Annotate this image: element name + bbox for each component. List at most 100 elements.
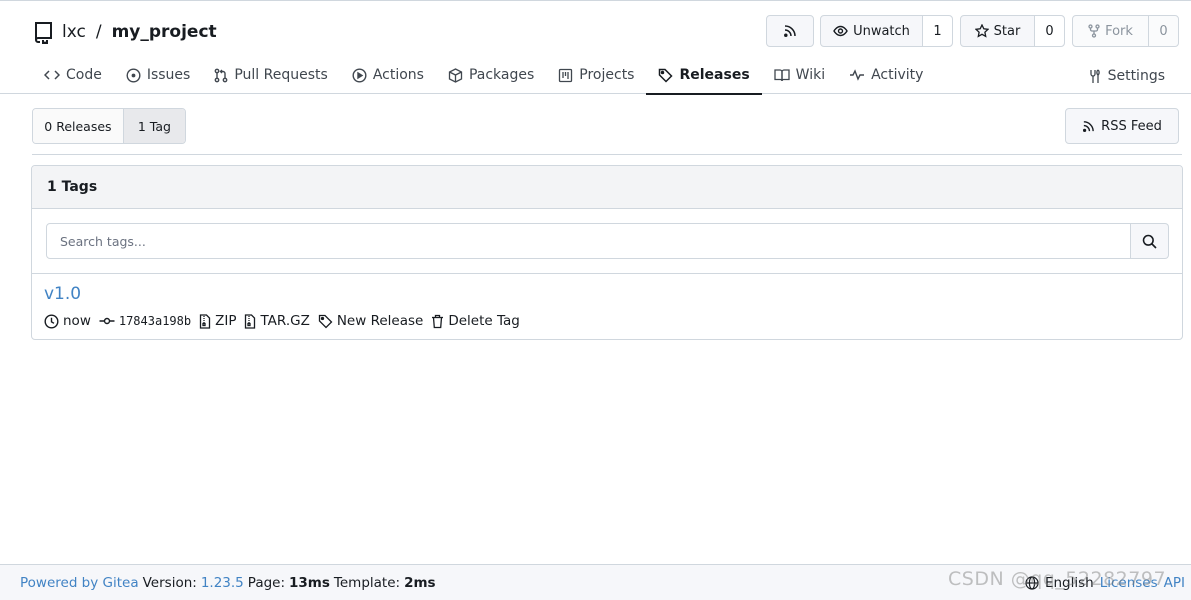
repo-separator: / xyxy=(95,22,102,42)
new-release-link[interactable]: New Release xyxy=(318,313,423,329)
tag-list-item: v1.0 now 17843a198b ZIP TAR.GZ New Relea… xyxy=(32,273,1182,339)
repo-title: lxc / my_project xyxy=(32,18,217,46)
page-time: 13ms xyxy=(289,574,330,591)
settings-label: Settings xyxy=(1107,68,1165,84)
tag-icon xyxy=(318,314,333,329)
star-button[interactable]: Star 0 xyxy=(960,15,1065,47)
tab-releases[interactable]: Releases xyxy=(646,57,762,95)
targz-label: TAR.GZ xyxy=(260,313,310,329)
issue-icon xyxy=(126,67,141,83)
divider xyxy=(32,154,1182,155)
trash-icon xyxy=(431,314,444,329)
unwatch-button[interactable]: Unwatch 1 xyxy=(820,15,953,47)
tag-time-text: now xyxy=(63,313,91,329)
tag-search-button[interactable] xyxy=(1131,223,1169,259)
licenses-link[interactable]: Licenses xyxy=(1100,575,1158,591)
tags-switch-button[interactable]: 1 Tag xyxy=(123,109,185,143)
version-label: Version: xyxy=(142,574,197,591)
powered-by-link[interactable]: Powered by Gitea xyxy=(20,575,139,591)
zip-label: ZIP xyxy=(215,313,237,329)
release-tag-switch: 0 Releases 1 Tag xyxy=(32,108,186,144)
fork-label: Fork xyxy=(1105,23,1133,39)
code-icon xyxy=(44,69,60,81)
pulse-icon xyxy=(849,69,865,81)
tab-label: Pull Requests xyxy=(234,67,328,83)
fork-button[interactable]: Fork 0 xyxy=(1072,15,1179,47)
tab-label: Packages xyxy=(468,67,535,83)
rss-feed-button[interactable]: RSS Feed xyxy=(1065,108,1179,144)
pull-request-icon xyxy=(214,68,228,83)
file-zip-icon xyxy=(244,313,256,329)
repo-rss-button[interactable] xyxy=(766,15,814,47)
repo-tabs: Code Issues Pull Requests Actions Packag… xyxy=(32,57,935,95)
tab-wiki[interactable]: Wiki xyxy=(762,57,837,95)
tab-label: Code xyxy=(66,67,102,83)
fork-count[interactable]: 0 xyxy=(1148,16,1178,46)
repo-name-link[interactable]: my_project xyxy=(112,22,217,42)
tab-issues[interactable]: Issues xyxy=(114,57,203,95)
rss-icon xyxy=(783,24,797,38)
footer: Powered by Gitea Version: 1.23.5 Page: 1… xyxy=(0,564,1191,600)
tab-packages[interactable]: Packages xyxy=(436,57,546,95)
clock-icon xyxy=(44,313,59,329)
tab-activity[interactable]: Activity xyxy=(837,57,935,95)
template-time: 2ms xyxy=(404,574,436,591)
releases-switch-button[interactable]: 0 Releases xyxy=(33,109,124,143)
api-link[interactable]: API xyxy=(1164,575,1185,591)
language-menu[interactable]: English xyxy=(1045,575,1094,591)
targz-download-link[interactable]: TAR.GZ xyxy=(244,313,310,329)
tag-meta: now 17843a198b ZIP TAR.GZ New Release De… xyxy=(44,312,524,330)
search-icon xyxy=(1142,234,1157,249)
repo-header: lxc / my_project Unwatch 1 Star 0 Fork 0… xyxy=(0,0,1191,95)
tag-search-input[interactable] xyxy=(46,223,1131,259)
rss-icon xyxy=(1082,120,1095,133)
globe-icon xyxy=(1025,576,1039,590)
tab-settings[interactable]: Settings xyxy=(1076,57,1177,95)
tag-time: now xyxy=(44,313,91,329)
eye-icon xyxy=(833,25,848,37)
tags-panel-header: 1 Tags xyxy=(32,166,1182,209)
tag-name-link[interactable]: v1.0 xyxy=(44,284,81,304)
tag-search xyxy=(46,223,1169,259)
star-label: Star xyxy=(993,23,1021,39)
commit-icon xyxy=(99,316,115,326)
zip-download-link[interactable]: ZIP xyxy=(199,313,236,329)
template-label: Template: xyxy=(333,574,401,591)
tab-code[interactable]: Code xyxy=(32,57,114,95)
repo-owner-link[interactable]: lxc xyxy=(62,22,86,42)
page-label: Page: xyxy=(247,574,286,591)
tab-label: Releases xyxy=(679,67,750,83)
tab-label: Wiki xyxy=(795,67,826,83)
rss-feed-label: RSS Feed xyxy=(1101,118,1162,134)
watch-count[interactable]: 1 xyxy=(922,16,952,46)
unwatch-label-part[interactable]: Unwatch xyxy=(821,16,922,46)
version-link[interactable]: 1.23.5 xyxy=(201,575,244,591)
tags-panel: 1 Tags v1.0 now 17843a198b xyxy=(31,165,1183,340)
new-release-label: New Release xyxy=(336,313,424,329)
star-count[interactable]: 0 xyxy=(1034,16,1064,46)
tag-icon xyxy=(658,68,674,83)
tab-projects[interactable]: Projects xyxy=(546,57,646,95)
project-icon xyxy=(558,68,573,83)
tools-icon xyxy=(1088,68,1102,84)
tab-label: Actions xyxy=(372,67,424,83)
tab-label: Projects xyxy=(579,67,635,83)
delete-tag-link[interactable]: Delete Tag xyxy=(431,313,520,329)
star-icon xyxy=(974,24,989,38)
tab-label: Issues xyxy=(146,67,191,83)
tab-pull-requests[interactable]: Pull Requests xyxy=(202,57,339,95)
footer-links: English Licenses API xyxy=(1025,565,1185,600)
delete-tag-label: Delete Tag xyxy=(448,313,520,329)
tab-actions[interactable]: Actions xyxy=(340,57,436,95)
play-icon xyxy=(352,67,367,83)
fork-label-part[interactable]: Fork xyxy=(1073,16,1148,46)
repo-icon xyxy=(32,20,54,44)
tag-commit[interactable]: 17843a198b xyxy=(99,314,191,328)
fork-icon xyxy=(1088,24,1100,38)
unwatch-label: Unwatch xyxy=(853,23,910,39)
file-zip-icon xyxy=(199,313,211,329)
package-icon xyxy=(448,67,463,83)
star-label-part[interactable]: Star xyxy=(961,16,1034,46)
commit-sha-link[interactable]: 17843a198b xyxy=(119,314,191,328)
book-icon xyxy=(774,68,790,82)
